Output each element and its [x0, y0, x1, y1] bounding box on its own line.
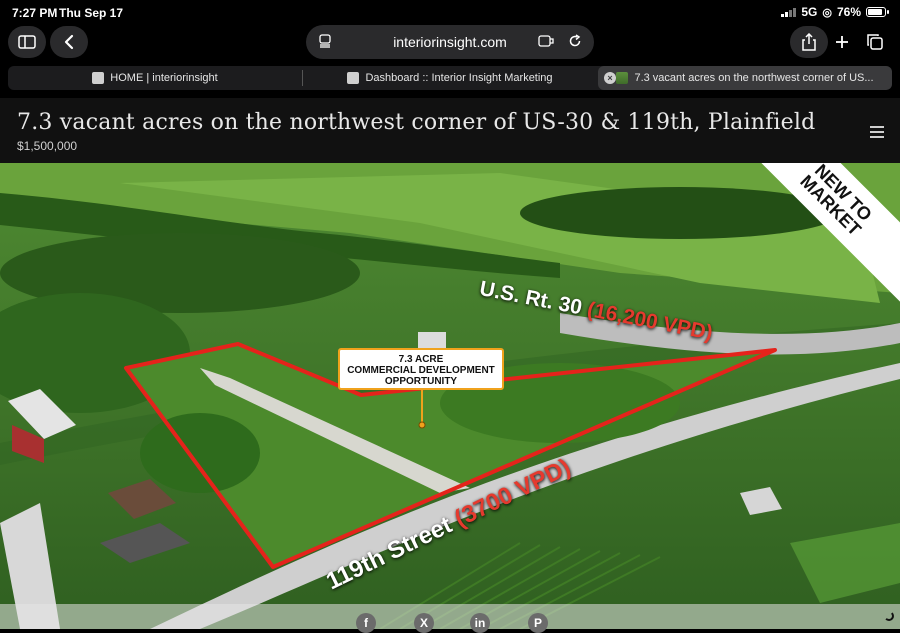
- battery-percent: 76%: [836, 5, 861, 19]
- share-button[interactable]: [790, 26, 828, 58]
- status-time: 7:27 PM: [12, 6, 58, 20]
- x-icon[interactable]: X: [414, 613, 434, 633]
- share-icon: [802, 33, 816, 51]
- pinterest-icon[interactable]: P: [528, 613, 548, 633]
- reload-icon[interactable]: [568, 34, 582, 48]
- tab-home[interactable]: HOME | interiorinsight: [8, 66, 302, 90]
- callout-line1: 7.3 ACRE: [398, 354, 444, 365]
- tab-overview-button[interactable]: [858, 26, 892, 58]
- tab-listing[interactable]: × 7.3 vacant acres on the northwest corn…: [598, 66, 892, 90]
- social-share-bar: f X in P: [0, 604, 900, 633]
- linkedin-icon[interactable]: in: [470, 613, 490, 633]
- plus-icon: [836, 36, 848, 48]
- status-indicators: 5G ◎ 76%: [781, 5, 889, 19]
- listing-favicon-icon: [616, 72, 629, 84]
- aerial-photo: 7.3 ACRE COMMERCIAL DEVELOPMENT OPPORTUN…: [0, 163, 900, 629]
- site-favicon-icon: [347, 72, 360, 84]
- browser-toolbar: interiorinsight.com: [0, 24, 900, 64]
- tab-label: Dashboard :: Interior Insight Marketing: [365, 72, 553, 84]
- new-tab-button[interactable]: [826, 26, 858, 58]
- hamburger-menu-icon[interactable]: [870, 126, 884, 138]
- facebook-icon[interactable]: f: [356, 613, 376, 633]
- chevron-left-icon: [64, 34, 74, 50]
- status-date: Thu Sep 17: [59, 6, 124, 20]
- location-icon: ◎: [822, 6, 832, 19]
- listing-header: 7.3 vacant acres on the northwest corner…: [0, 98, 900, 163]
- callout-line2: COMMERCIAL DEVELOPMENT: [347, 365, 495, 376]
- listing-price: $1,500,000: [17, 139, 78, 153]
- sidebar-toggle-button[interactable]: [8, 26, 46, 58]
- acreage-callout: 7.3 ACRE COMMERCIAL DEVELOPMENT OPPORTUN…: [338, 348, 504, 390]
- tab-label: 7.3 vacant acres on the northwest corner…: [634, 72, 874, 84]
- tab-dashboard[interactable]: Dashboard :: Interior Insight Marketing: [303, 66, 597, 90]
- aerial-photo-illustration: [0, 163, 900, 629]
- callout-line3: OPPORTUNITY: [384, 376, 458, 387]
- tab-strip: HOME | interiorinsight Dashboard :: Inte…: [8, 66, 892, 90]
- page-menu-icon[interactable]: [318, 34, 332, 48]
- cellular-signal-icon: [781, 7, 797, 17]
- status-bar: 7:27 PM Thu Sep 17 5G ◎ 76%: [0, 0, 900, 24]
- address-bar[interactable]: interiorinsight.com: [306, 25, 594, 59]
- network-label: 5G: [801, 5, 818, 19]
- loading-spinner-icon: [884, 611, 894, 621]
- close-tab-icon[interactable]: ×: [604, 72, 616, 84]
- battery-icon: [866, 7, 889, 17]
- site-favicon-icon: [92, 72, 105, 84]
- reader-extension-icon[interactable]: [538, 34, 554, 48]
- tabs-icon: [867, 34, 883, 50]
- url-text: interiorinsight.com: [393, 34, 507, 50]
- sidebar-icon: [18, 35, 36, 49]
- back-button[interactable]: [50, 26, 88, 58]
- page-title: 7.3 vacant acres on the northwest corner…: [17, 110, 816, 135]
- tab-label: HOME | interiorinsight: [110, 72, 218, 84]
- callout-dot: [418, 421, 426, 429]
